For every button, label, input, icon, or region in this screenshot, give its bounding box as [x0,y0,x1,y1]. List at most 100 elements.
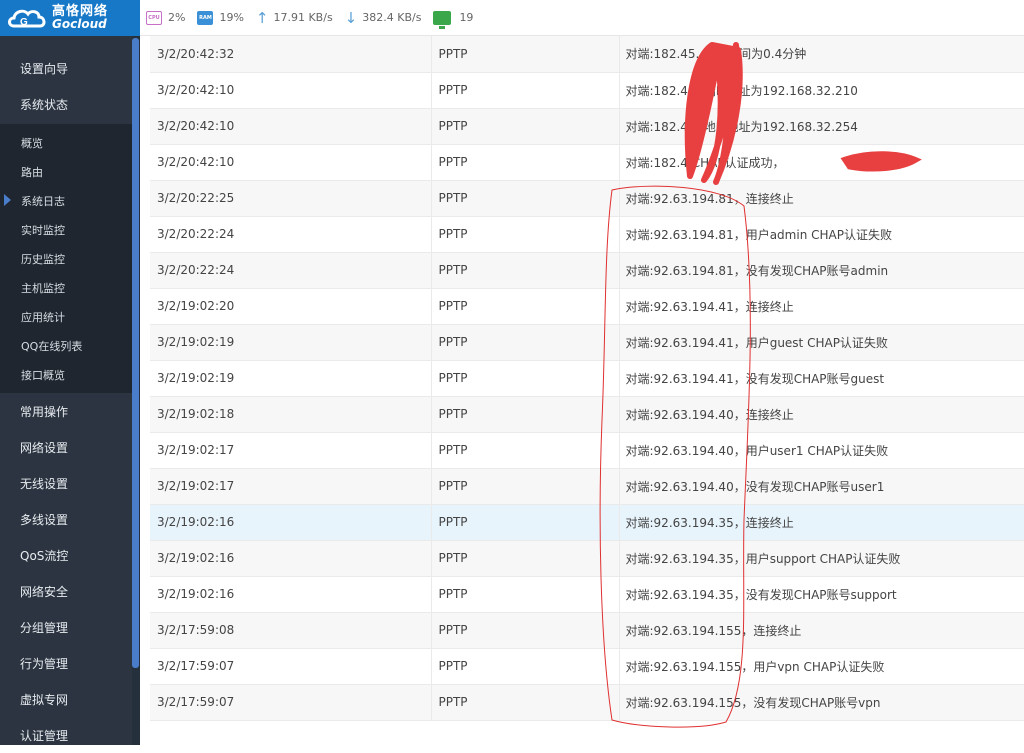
log-time: 3/2/19:02:17 [150,468,432,505]
submenu-history-monitor[interactable]: 历史监控 [0,244,140,273]
sidebar-menu: 设置向导 系统状态 概览 路由 系统日志 实时监控 历史监控 主机监控 应用统计… [0,36,140,745]
sidebar-scrollbar[interactable] [132,38,139,668]
log-time: 3/2/17:59:07 [150,684,432,721]
log-protocol: PPTP [431,540,620,577]
submenu-system-log[interactable]: 系统日志 [0,186,140,215]
log-content: 3/2/20:42:32 PPTP 对端:182.45. 接入时间为0.4分钟 3/2… [150,36,1024,745]
menu-system-status[interactable]: 系统状态 [0,86,140,122]
submenu-overview[interactable]: 概览 [0,128,140,157]
log-protocol: PPTP [431,288,620,325]
log-time: 3/2/17:59:07 [150,648,432,685]
log-protocol: PPTP [431,36,620,73]
log-time: 3/2/19:02:16 [150,576,432,613]
table-row[interactable]: 3/2/20:42:10 PPTP 对端:182.4 本地IP地址为192.168.… [150,108,1024,145]
download-stat: ↓ 382.4 KB/s [345,9,422,27]
top-bar: G 高恪网络 Gocloud CPU 2% RAM 19% ↑ 17.91 KB… [0,0,1024,36]
menu-behavior-management[interactable]: 行为管理 [0,645,140,681]
log-time: 3/2/19:02:19 [150,360,432,397]
system-status-submenu: 概览 路由 系统日志 实时监控 历史监控 主机监控 应用统计 QQ在线列表 接口… [0,124,140,393]
log-protocol: PPTP [431,108,620,145]
menu-vpn[interactable]: 虚拟专网 [0,681,140,717]
log-message: 对端:92.63.194.41，连接终止 [619,288,1024,325]
table-row[interactable]: 3/2/19:02:18 PPTP 对端:92.63.194.40，连接终止 [150,396,1024,433]
table-row[interactable]: 3/2/20:42:10 PPTP 对端:182.4 CHAP认证成功， [150,144,1024,181]
brand-name-en: Gocloud [52,16,107,31]
log-message: 对端:92.63.194.81，用户admin CHAP认证失败 [619,216,1024,253]
menu-auth-management[interactable]: 认证管理 [0,717,140,753]
log-protocol: PPTP [431,396,620,433]
svg-text:G: G [20,17,28,28]
table-row[interactable]: 3/2/19:02:19 PPTP 对端:92.63.194.41，用户guest … [150,324,1024,361]
table-row[interactable]: 3/2/19:02:16 PPTP 对端:92.63.194.35，没有发现CHAP… [150,576,1024,613]
brand-logo[interactable]: G 高恪网络 Gocloud [0,0,140,36]
log-time: 3/2/20:22:24 [150,216,432,253]
table-row[interactable]: 3/2/19:02:16 PPTP 对端:92.63.194.35，连接终止 [150,504,1024,541]
table-row[interactable]: 3/2/20:22:24 PPTP 对端:92.63.194.81，没有发现CHAP… [150,252,1024,289]
log-protocol: PPTP [431,72,620,109]
log-time: 3/2/19:02:16 [150,504,432,541]
log-message: 对端:92.63.194.40，没有发现CHAP账号user1 [619,468,1024,505]
brand-name-cn: 高恪网络 [52,3,109,19]
submenu-routes[interactable]: 路由 [0,157,140,186]
log-protocol: PPTP [431,612,620,649]
log-message: 对端:182.4 本地IP地址为192.168.32.254 [619,108,1024,145]
log-protocol: PPTP [431,576,620,613]
menu-network-security[interactable]: 网络安全 [0,573,140,609]
log-protocol: PPTP [431,180,620,217]
log-time: 3/2/20:22:24 [150,252,432,289]
menu-group-management[interactable]: 分组管理 [0,609,140,645]
menu-common-operations[interactable]: 常用操作 [0,393,140,429]
submenu-qq-online-list[interactable]: QQ在线列表 [0,331,140,360]
system-log-table: 3/2/20:42:32 PPTP 对端:182.45. 接入时间为0.4分钟 3/2… [150,36,1024,721]
log-time: 3/2/19:02:16 [150,540,432,577]
log-message: 对端:92.63.194.41，没有发现CHAP账号guest [619,360,1024,397]
log-message: 对端:92.63.194.155，用户vpn CHAP认证失败 [619,648,1024,685]
ram-icon: RAM [197,10,214,25]
log-time: 3/2/19:02:17 [150,432,432,469]
menu-multiline-settings[interactable]: 多线设置 [0,501,140,537]
brand-name: 高恪网络 Gocloud [52,5,108,31]
ram-stat: RAM 19% [197,10,244,25]
log-protocol: PPTP [431,468,620,505]
submenu-app-stats[interactable]: 应用统计 [0,302,140,331]
log-time: 3/2/20:42:32 [150,36,432,73]
online-hosts-stat[interactable]: 19 [433,10,473,29]
log-message: 对端:92.63.194.155，没有发现CHAP账号vpn [619,684,1024,721]
table-row[interactable]: 3/2/20:22:24 PPTP 对端:92.63.194.81，用户admin … [150,216,1024,253]
submenu-interface-overview[interactable]: 接口概览 [0,360,140,389]
log-message: 对端:92.63.194.81，连接终止 [619,180,1024,217]
table-row[interactable]: 3/2/19:02:19 PPTP 对端:92.63.194.41，没有发现CHAP… [150,360,1024,397]
cpu-stat: CPU 2% [146,10,185,25]
ram-value: 19% [219,11,244,24]
log-protocol: PPTP [431,684,620,721]
submenu-host-monitor[interactable]: 主机监控 [0,273,140,302]
log-protocol: PPTP [431,252,620,289]
log-message: 对端:182.4 对端IP地址为192.168.32.210 [619,72,1024,109]
log-time: 3/2/20:22:25 [150,180,432,217]
table-row[interactable]: 3/2/20:42:32 PPTP 对端:182.45. 接入时间为0.4分钟 [150,36,1024,73]
menu-network-settings[interactable]: 网络设置 [0,429,140,465]
log-time: 3/2/19:02:20 [150,288,432,325]
download-value: 382.4 KB/s [362,11,422,24]
table-row[interactable]: 3/2/17:59:07 PPTP 对端:92.63.194.155，没有发现CHA… [150,684,1024,721]
table-row[interactable]: 3/2/17:59:07 PPTP 对端:92.63.194.155，用户vpn C… [150,648,1024,685]
log-message: 对端:92.63.194.35，用户support CHAP认证失败 [619,540,1024,577]
submenu-realtime-monitor[interactable]: 实时监控 [0,215,140,244]
log-protocol: PPTP [431,432,620,469]
system-stats: CPU 2% RAM 19% ↑ 17.91 KB/s ↓ 382.4 KB/s… [146,9,485,29]
menu-setup-wizard[interactable]: 设置向导 [0,50,140,86]
table-row[interactable]: 3/2/20:42:10 PPTP 对端:182.4 对端IP地址为192.168.… [150,72,1024,109]
log-protocol: PPTP [431,648,620,685]
table-row[interactable]: 3/2/17:59:08 PPTP 对端:92.63.194.155，连接终止 [150,612,1024,649]
log-message: 对端:92.63.194.155，连接终止 [619,612,1024,649]
table-row[interactable]: 3/2/19:02:17 PPTP 对端:92.63.194.40，用户user1 … [150,432,1024,469]
log-time: 3/2/20:42:10 [150,108,432,145]
log-time: 3/2/19:02:19 [150,324,432,361]
table-row[interactable]: 3/2/19:02:17 PPTP 对端:92.63.194.40，没有发现CHAP… [150,468,1024,505]
menu-wireless-settings[interactable]: 无线设置 [0,465,140,501]
log-message: 对端:92.63.194.35，连接终止 [619,504,1024,541]
table-row[interactable]: 3/2/19:02:16 PPTP 对端:92.63.194.35，用户suppor… [150,540,1024,577]
table-row[interactable]: 3/2/19:02:20 PPTP 对端:92.63.194.41，连接终止 [150,288,1024,325]
menu-qos[interactable]: QoS流控 [0,537,140,573]
table-row[interactable]: 3/2/20:22:25 PPTP 对端:92.63.194.81，连接终止 [150,180,1024,217]
